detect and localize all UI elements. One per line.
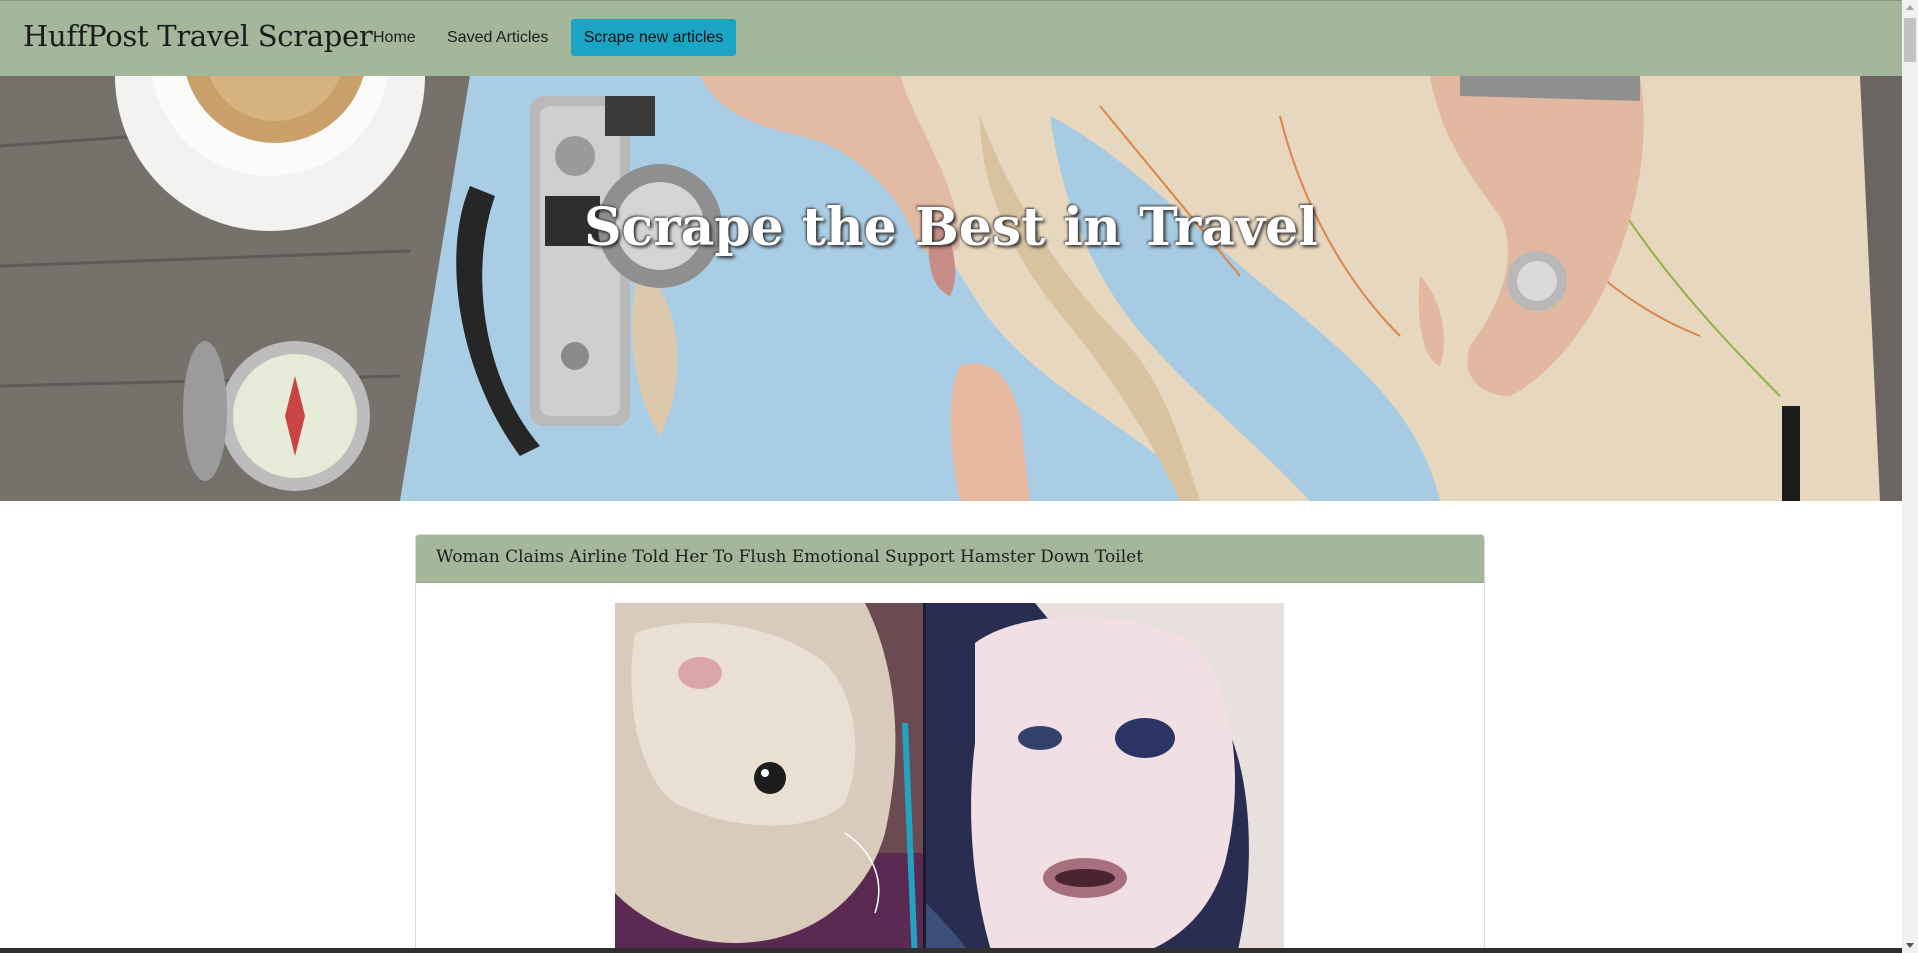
article-card: Woman Claims Airline Told Her To Flush E… [415,534,1485,953]
nav-saved-articles-link[interactable]: Saved Articles [447,29,548,47]
page: HuffPost Travel Scraper Home Saved Artic… [0,0,1902,953]
article-thumbnail [615,603,1284,953]
hero-background-image [0,76,1902,501]
nav-home-link[interactable]: Home [373,29,416,47]
bottom-edge [0,948,1902,953]
scroll-up-icon[interactable] [1906,5,1914,10]
article-image [615,603,1284,953]
vertical-scrollbar[interactable] [1902,0,1918,953]
scrape-new-articles-button[interactable]: Scrape new articles [571,19,736,56]
scrollbar-thumb[interactable] [1904,18,1916,62]
hero-banner: Scrape the Best in Travel [0,76,1902,501]
navbar: HuffPost Travel Scraper Home Saved Artic… [0,0,1902,76]
hero-title: Scrape the Best in Travel [583,196,1319,258]
article-title-link[interactable]: Woman Claims Airline Told Her To Flush E… [436,535,1484,567]
article-card-header: Woman Claims Airline Told Her To Flush E… [416,535,1484,583]
brand-link[interactable]: HuffPost Travel Scraper [23,19,373,53]
scroll-down-icon[interactable] [1906,943,1914,948]
